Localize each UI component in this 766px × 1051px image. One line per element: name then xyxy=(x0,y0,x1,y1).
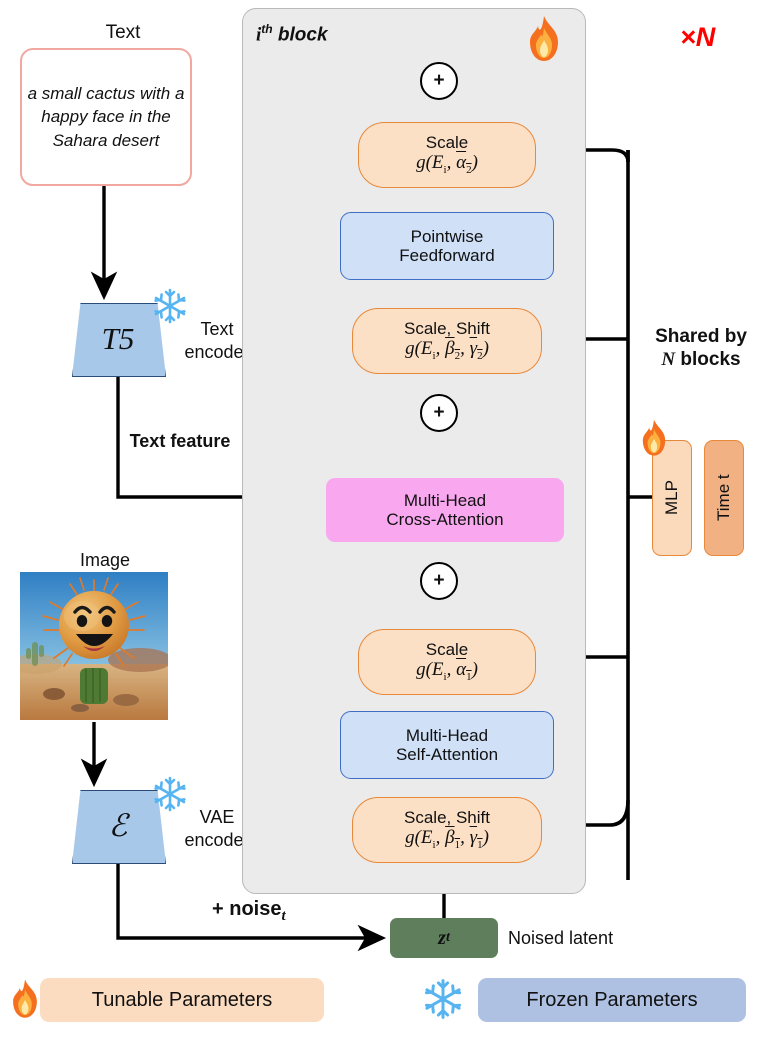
snowflake-icon xyxy=(420,976,466,1022)
text-prompt-box[interactable]: a small cactus with a happy face in the … xyxy=(20,48,192,186)
node-scale-shift-1[interactable]: Scale, Shift g(Ei, β1, γ1) xyxy=(352,797,542,863)
add-noise-label: + noiset xyxy=(212,898,286,924)
adder-symbol: + xyxy=(433,570,445,591)
node-line1: Scale, Shift xyxy=(404,808,490,828)
legend-frozen-label: Frozen Parameters xyxy=(526,988,698,1011)
time-label: Time t xyxy=(714,474,733,522)
node-line1: Pointwise xyxy=(410,226,484,246)
text-caption: Text xyxy=(105,22,141,43)
noised-latent-box[interactable]: zt xyxy=(390,918,498,958)
flame-icon xyxy=(638,418,670,458)
node-line1: Multi-Head xyxy=(405,725,489,745)
time-embedding-box[interactable]: Time t xyxy=(704,440,744,556)
node-formula: g(Ei, β2, γ2) xyxy=(405,338,489,363)
shared-line2: N blocks xyxy=(661,348,741,370)
shared-line1: Shared by xyxy=(655,326,747,347)
node-line1: Scale xyxy=(425,133,469,153)
text-feature-label: Text feature xyxy=(129,431,231,451)
node-multi-head-self-attention[interactable]: Multi-Head Self-Attention xyxy=(340,711,554,779)
legend-frozen-parameters: Frozen Parameters xyxy=(478,978,746,1022)
adder-symbol: + xyxy=(433,70,445,91)
adder-symbol: + xyxy=(433,402,445,423)
flame-icon xyxy=(8,976,42,1022)
node-formula: g(Ei, α2) xyxy=(416,152,478,177)
latent-symbol: z xyxy=(438,926,446,949)
node-line1: Scale xyxy=(425,640,469,660)
residual-adder: + xyxy=(420,62,458,100)
text-prompt-value: a small cactus with a happy face in the … xyxy=(27,83,185,150)
image-caption: Image xyxy=(79,550,131,570)
noised-latent-label: Noised latent xyxy=(508,928,614,948)
legend-tunable-label: Tunable Parameters xyxy=(91,988,273,1011)
latent-subscript: t xyxy=(445,930,450,945)
legend-tunable-parameters: Tunable Parameters xyxy=(40,978,324,1022)
residual-adder: + xyxy=(420,394,458,432)
node-line1: Multi-Head xyxy=(403,490,487,510)
node-line2: Self-Attention xyxy=(395,745,499,764)
node-scale-alpha2[interactable]: Scale g(Ei, α2) xyxy=(358,122,536,188)
block-label: ith block xyxy=(256,22,328,46)
node-line2: Cross-Attention xyxy=(386,510,504,529)
residual-adder: + xyxy=(420,562,458,600)
flame-icon xyxy=(524,14,564,64)
node-scale-shift-2[interactable]: Scale, Shift g(Ei, β2, γ2) xyxy=(352,308,542,374)
cactus-image-thumbnail xyxy=(20,572,168,720)
node-scale-alpha1[interactable]: Scale g(Ei, α1) xyxy=(358,629,536,695)
node-formula: g(Ei, β1, γ1) xyxy=(405,827,489,852)
mlp-label: MLP xyxy=(662,480,681,516)
node-line1: Scale, Shift xyxy=(404,319,490,339)
node-multi-head-cross-attention[interactable]: Multi-Head Cross-Attention xyxy=(326,478,564,542)
node-formula: g(Ei, α1) xyxy=(416,659,478,684)
repeat-count-label: ×N xyxy=(680,22,716,52)
node-line2: Feedforward xyxy=(399,246,495,265)
shared-by-n-blocks-label: Shared by N blocks xyxy=(636,326,766,372)
node-pointwise-feedforward[interactable]: Pointwise Feedforward xyxy=(340,212,554,280)
